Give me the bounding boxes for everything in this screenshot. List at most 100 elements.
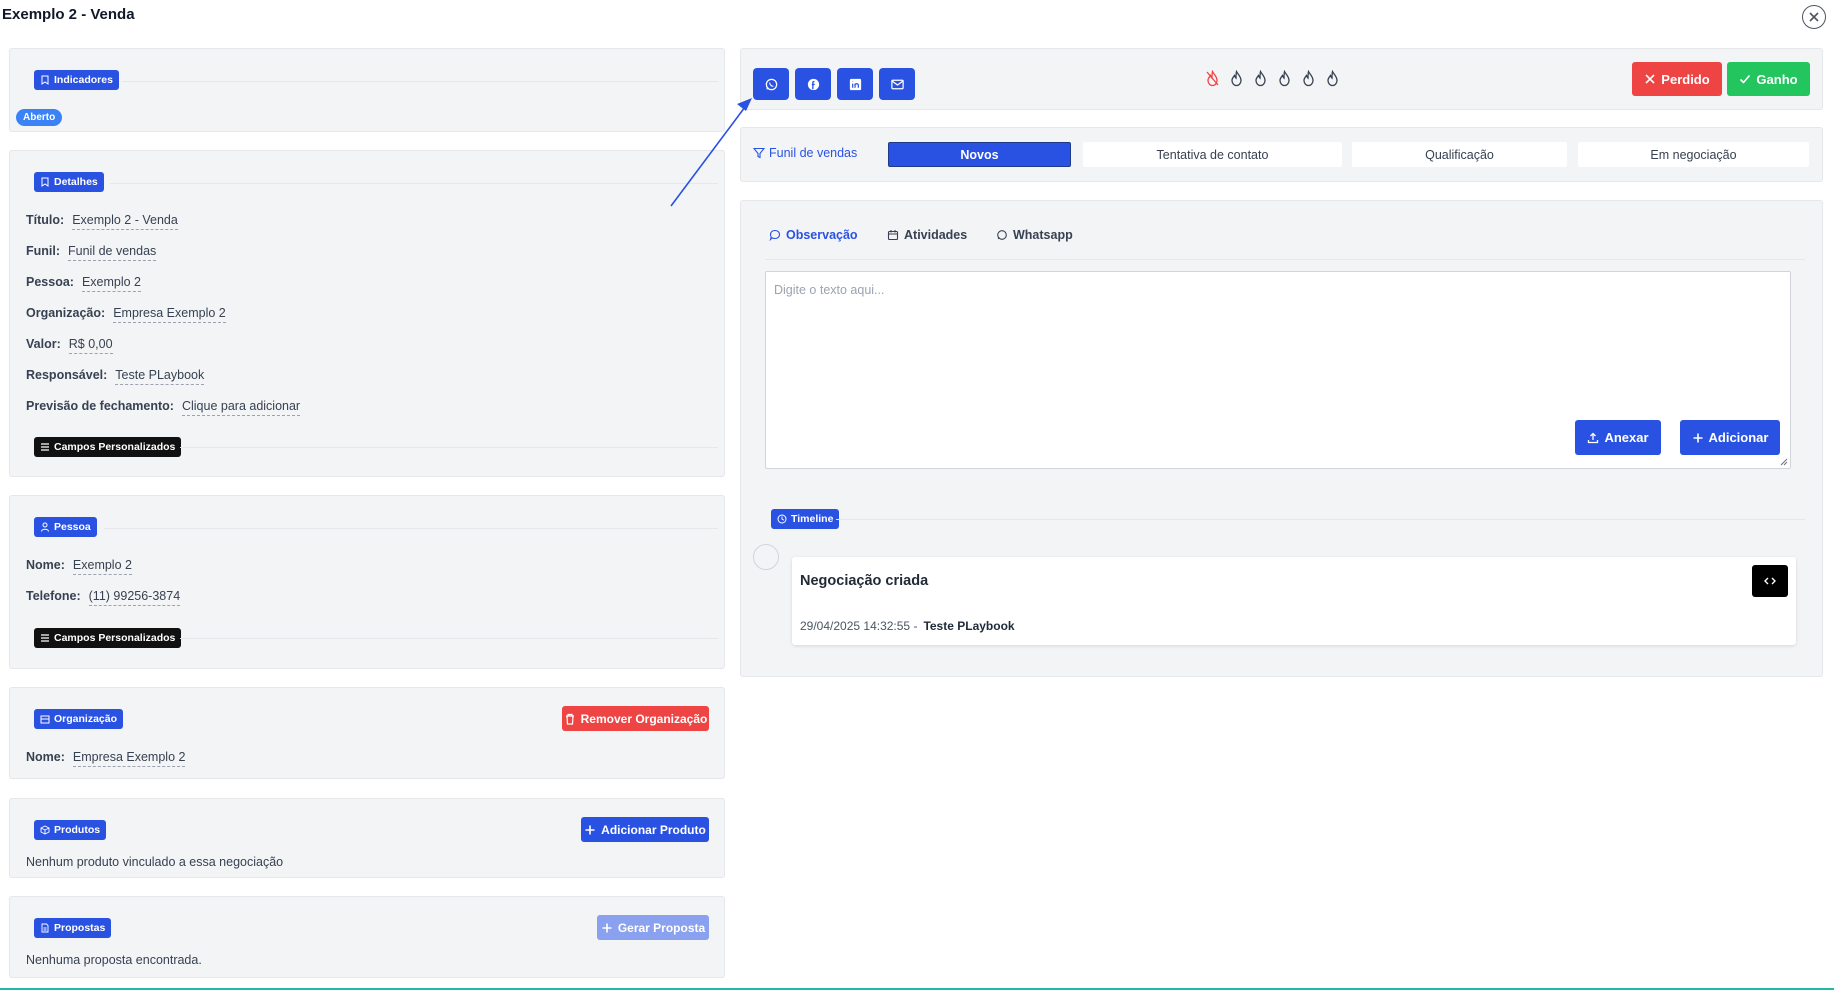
upload-icon [1588,432,1599,443]
bookmark-icon [41,177,49,187]
close-button[interactable] [1802,5,1826,29]
whatsapp-button[interactable] [753,68,789,100]
propostas-badge: Propostas [34,918,112,938]
attach-button[interactable]: Anexar [1575,420,1661,455]
organizacao-badge-label: Organização [54,713,118,725]
add-product-button[interactable]: Adicionar Produto [581,817,709,842]
timeline-entry-title: Negociação criada [800,573,929,589]
view-code-button[interactable] [1752,565,1788,597]
temperature-rating[interactable] [1205,70,1340,87]
observation-textarea[interactable]: Digite o texto aqui... Anexar Adicionar [765,271,1791,469]
funnel-link[interactable]: Funil de vendas [753,146,857,160]
timeline-dot [753,544,779,570]
produtos-empty-text: Nenhum produto vinculado a essa negociaç… [26,855,284,869]
field-value[interactable]: Teste PLaybook [115,368,205,385]
produtos-card: Produtos Adicionar Produto Nenhum produt… [9,798,725,878]
stage-em-negociacao[interactable]: Em negociação [1578,142,1809,167]
field-value[interactable]: Exemplo 2 [81,275,142,292]
whatsapp-icon [765,78,777,90]
flame-off-icon[interactable] [1205,70,1220,87]
stage-tentativa-de-contato[interactable]: Tentativa de contato [1083,142,1342,167]
field-value[interactable]: (11) 99256-3874 [88,589,181,606]
field-value[interactable]: Exemplo 2 - Venda [72,213,178,230]
field-label: Nome: [26,750,65,764]
pessoa-card: Pessoa Nome: Exemplo 2 Telefone: (11) 99… [9,495,725,669]
tab-whatsapp[interactable]: Whatsapp [996,228,1073,242]
bookmark-icon [41,75,49,85]
tab-atividades-label: Atividades [904,228,968,242]
flame-icon[interactable] [1229,70,1244,87]
organizacao-badge: Organização [34,709,124,729]
indicadores-badge-label: Indicadores [54,74,113,86]
timeline-badge: Timeline [771,509,840,529]
field-label: Responsável: [26,368,108,382]
field-value[interactable]: Exemplo 2 [72,558,132,575]
filter-icon [753,147,765,159]
lost-button[interactable]: Perdido [1632,62,1722,96]
timeline-entry-author: Teste PLaybook [923,619,1015,633]
calendar-icon [887,230,899,241]
detalhes-badge-label: Detalhes [54,176,98,188]
pessoa-badge-label: Pessoa [54,521,91,533]
field-nome-organizacao: Nome: Empresa Exemplo 2 [26,750,186,767]
campos-personalizados-button[interactable]: Campos Personalizados [34,437,182,457]
propostas-badge-label: Propostas [54,922,106,934]
timeline-badge-label: Timeline [791,513,834,525]
pessoa-badge: Pessoa [34,517,97,537]
tab-atividades[interactable]: Atividades [887,228,967,242]
list-icon [41,634,49,642]
timeline-entry-meta: 29/04/2025 14:32:55 - Teste PLaybook [800,619,1015,633]
field-value[interactable]: Empresa Exemplo 2 [113,306,226,323]
field-value[interactable]: Clique para adicionar [181,399,301,416]
tab-observacao-label: Observação [786,228,858,242]
timeline-entry: Negociação criada 29/04/2025 14:32:55 - … [792,557,1796,645]
email-button[interactable] [879,68,915,100]
indicadores-card: Indicadores Aberto [9,48,725,132]
campos-personalizados-button[interactable]: Campos Personalizados [34,628,182,648]
remove-organization-button[interactable]: Remover Organização [562,706,709,731]
stage-qualificacao[interactable]: Qualificação [1352,142,1567,167]
flame-icon[interactable] [1253,70,1268,87]
flame-icon[interactable] [1301,70,1316,87]
plus-icon [1693,433,1703,442]
propostas-card: Propostas Gerar Proposta Nenhuma propost… [9,896,725,978]
resize-handle-icon[interactable] [1779,457,1788,466]
field-label: Título: [26,213,65,227]
facebook-button[interactable] [795,68,831,100]
actions-card: Perdido Ganho [740,48,1823,110]
field-pessoa: Pessoa: Exemplo 2 [26,275,142,292]
generate-proposal-button[interactable]: Gerar Proposta [597,915,709,940]
add-note-button[interactable]: Adicionar [1680,420,1780,455]
stage-novos[interactable]: Novos [888,142,1071,167]
field-funil: Funil: Funil de vendas [26,244,157,261]
won-button[interactable]: Ganho [1727,62,1810,96]
field-label: Pessoa: [26,275,74,289]
plus-icon [585,825,595,834]
generate-proposal-label: Gerar Proposta [617,920,706,935]
linkedin-button[interactable] [837,68,873,100]
field-organizacao: Organização: Empresa Exemplo 2 [26,306,226,323]
detalhes-badge: Detalhes [34,172,104,192]
flame-icon[interactable] [1277,70,1292,87]
campos-personalizados-label: Campos Personalizados [54,632,176,644]
check-icon [1740,74,1751,84]
flame-icon[interactable] [1325,70,1340,87]
close-icon [1809,12,1819,22]
won-label: Ganho [1756,71,1798,87]
clock-icon [777,514,787,524]
add-product-label: Adicionar Produto [601,822,706,837]
add-note-label: Adicionar [1708,430,1769,445]
tab-observacao[interactable]: Observação [769,228,858,242]
organizacao-card: Organização Remover Organização Nome: Em… [9,687,725,779]
field-value[interactable]: Funil de vendas [68,244,157,261]
field-value[interactable]: R$ 0,00 [68,337,113,354]
field-label: Organização: [26,306,106,320]
activity-card: Observação Atividades Whatsapp Digite o … [740,200,1823,677]
code-icon [1764,577,1776,585]
facebook-icon [807,78,819,90]
field-value[interactable]: Empresa Exemplo 2 [72,750,186,767]
box-icon [40,825,50,835]
produtos-badge-label: Produtos [54,824,101,836]
field-label: Funil: [26,244,61,258]
user-icon [41,522,49,532]
